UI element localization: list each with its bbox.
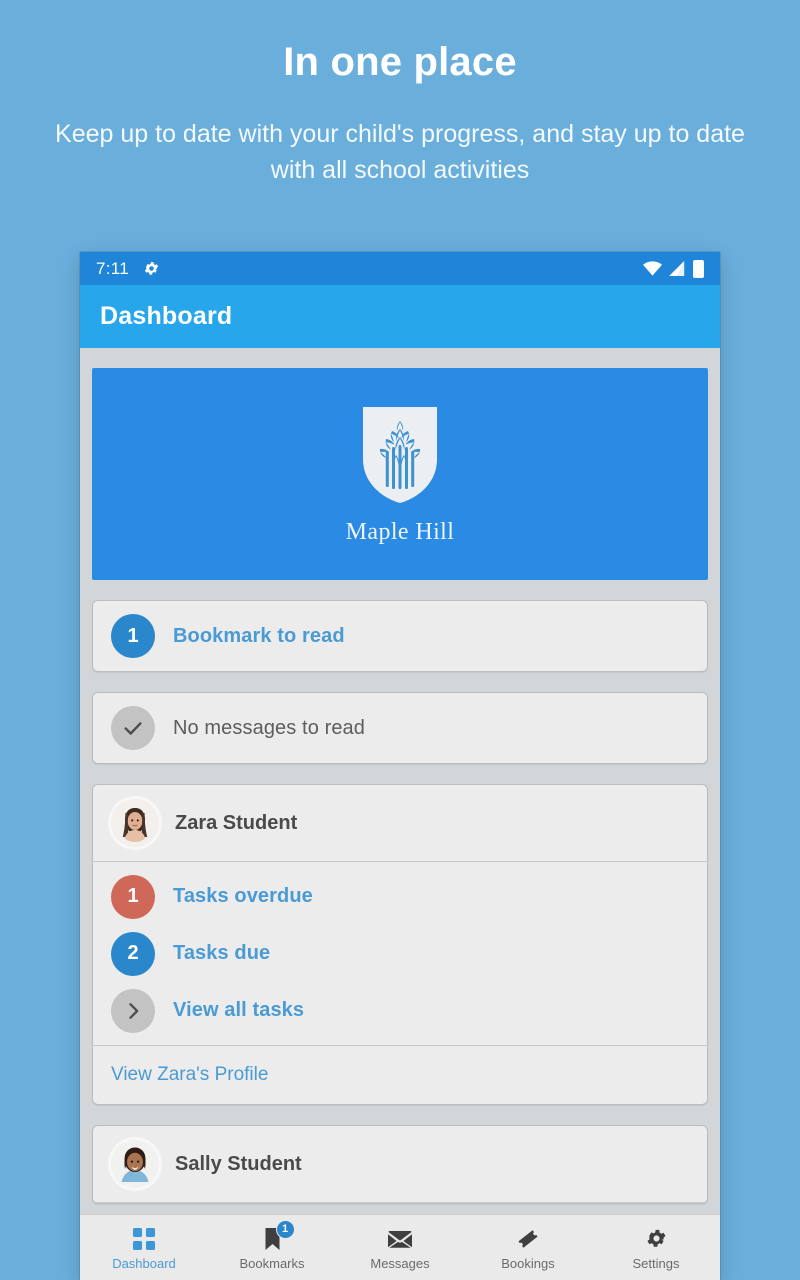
battery-icon bbox=[693, 259, 704, 278]
bookmark-label: Bookmark to read bbox=[173, 624, 345, 647]
view-all-tasks-label: View all tasks bbox=[173, 999, 305, 1021]
promo-title: In one place bbox=[283, 40, 517, 84]
bottom-navigation: Dashboard 1 Bookmarks Messages Bookings … bbox=[80, 1214, 720, 1280]
tasks-due-row[interactable]: 2 Tasks due bbox=[93, 925, 707, 982]
nav-item-settings[interactable]: Settings bbox=[592, 1225, 720, 1271]
tasks-due-label: Tasks due bbox=[173, 942, 271, 964]
student-card-sally[interactable]: Sally Student bbox=[92, 1125, 708, 1204]
messages-label: No messages to read bbox=[173, 716, 365, 739]
tasks-overdue-label: Tasks overdue bbox=[173, 885, 313, 907]
nav-label-messages: Messages bbox=[370, 1255, 430, 1271]
tasks-overdue-badge: 1 bbox=[111, 874, 155, 919]
gear-icon bbox=[143, 260, 160, 277]
phone-screenshot: 7:11 Dashboard Maple Hill 1 Bookmark to … bbox=[80, 252, 720, 1280]
view-profile-row[interactable]: View Zara's Profile bbox=[93, 1045, 707, 1104]
school-banner[interactable]: Maple Hill bbox=[92, 368, 708, 580]
nav-label-bookmarks: Bookmarks bbox=[239, 1255, 305, 1271]
avatar-sally bbox=[111, 1140, 159, 1188]
check-icon bbox=[111, 706, 155, 750]
gear-icon bbox=[645, 1227, 668, 1251]
bookmark-row[interactable]: 1 Bookmark to read bbox=[93, 601, 707, 671]
wifi-icon bbox=[643, 261, 662, 276]
screen-content: Maple Hill 1 Bookmark to read No message… bbox=[80, 348, 720, 1280]
envelope-icon bbox=[388, 1227, 412, 1251]
app-bar: Dashboard bbox=[80, 285, 720, 348]
messages-summary-card[interactable]: No messages to read bbox=[92, 692, 708, 764]
grid-icon bbox=[133, 1227, 155, 1251]
bookmark-count-badge: 1 bbox=[111, 614, 155, 658]
student-header[interactable]: Zara Student bbox=[93, 785, 707, 862]
tasks-due-badge: 2 bbox=[111, 931, 155, 976]
messages-row[interactable]: No messages to read bbox=[93, 693, 707, 763]
tasks-overdue-row[interactable]: 1 Tasks overdue bbox=[93, 868, 707, 925]
signal-icon bbox=[669, 261, 686, 276]
school-name: Maple Hill bbox=[345, 518, 455, 545]
nav-label-settings: Settings bbox=[632, 1255, 680, 1271]
view-all-tasks-row[interactable]: View all tasks bbox=[93, 982, 707, 1039]
nav-item-bookmarks[interactable]: 1 Bookmarks bbox=[208, 1219, 336, 1271]
promo-header: In one place Keep up to date with your c… bbox=[0, 0, 800, 189]
avatar-zara bbox=[111, 799, 159, 847]
nav-item-bookings[interactable]: Bookings bbox=[464, 1225, 592, 1271]
status-bar-indicators bbox=[643, 259, 704, 278]
status-bar: 7:11 bbox=[80, 252, 720, 285]
nav-item-messages[interactable]: Messages bbox=[336, 1225, 464, 1271]
bookmark-summary-card[interactable]: 1 Bookmark to read bbox=[92, 600, 708, 672]
shield-tree-logo-icon bbox=[359, 403, 441, 507]
nav-item-dashboard[interactable]: Dashboard bbox=[80, 1225, 208, 1271]
promo-subtitle: Keep up to date with your child's progre… bbox=[55, 120, 745, 185]
view-profile-link[interactable]: View Zara's Profile bbox=[111, 1064, 268, 1086]
page-title: Dashboard bbox=[100, 302, 233, 330]
student-name: Sally Student bbox=[175, 1152, 302, 1175]
bookmark-icon: 1 bbox=[263, 1219, 295, 1251]
student-name: Zara Student bbox=[175, 811, 298, 834]
nav-label-bookings: Bookings bbox=[501, 1255, 555, 1271]
student-card-zara[interactable]: Zara Student 1 Tasks overdue 2 Tasks due… bbox=[92, 784, 708, 1105]
chevron-right-icon bbox=[111, 988, 155, 1033]
nav-label-dashboard: Dashboard bbox=[112, 1255, 176, 1271]
bookmarks-badge: 1 bbox=[275, 1219, 295, 1239]
ticket-icon bbox=[516, 1227, 540, 1251]
status-bar-time: 7:11 bbox=[96, 258, 130, 278]
tasks-section: 1 Tasks overdue 2 Tasks due View all tas… bbox=[93, 862, 707, 1045]
student-header[interactable]: Sally Student bbox=[93, 1126, 707, 1203]
